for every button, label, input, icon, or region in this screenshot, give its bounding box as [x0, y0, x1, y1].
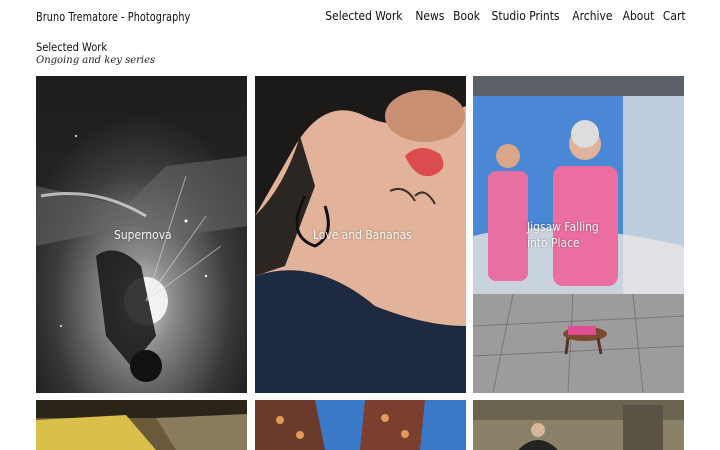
nav-book[interactable]: Book	[453, 8, 480, 23]
gallery-item[interactable]	[473, 400, 684, 450]
nav-selected-work[interactable]: Selected Work	[325, 8, 402, 23]
gallery-item-label: Love and Bananas	[313, 227, 412, 242]
gallery-item-love-and-bananas[interactable]: Love and Bananas	[255, 76, 466, 393]
nav-cart[interactable]: Cart	[662, 8, 685, 23]
gallery-item-label: Supernova	[114, 227, 172, 242]
main-nav: Selected Work News Book Studio Prints Ar…	[322, 8, 685, 23]
nav-studio-prints[interactable]: Studio Prints	[491, 8, 559, 23]
section-title: Selected Work	[36, 40, 108, 54]
gallery-item[interactable]	[255, 400, 466, 450]
nav-news[interactable]: News	[415, 8, 444, 23]
gallery-photo	[36, 400, 247, 450]
gallery-item-supernova[interactable]: Supernova	[36, 76, 247, 393]
section-subtitle: Ongoing and key series	[36, 55, 156, 66]
gallery-photo	[255, 400, 466, 450]
gallery-photo	[473, 400, 684, 450]
gallery-item-label: Jigsaw Falling into Place	[527, 219, 599, 250]
nav-about[interactable]: About	[622, 8, 654, 23]
gallery-item-jigsaw-falling-into-place[interactable]: Jigsaw Falling into Place	[473, 76, 684, 393]
gallery-item[interactable]	[36, 400, 247, 450]
site-title[interactable]: Bruno Trematore - Photography	[36, 9, 190, 24]
nav-archive[interactable]: Archive	[572, 8, 612, 23]
